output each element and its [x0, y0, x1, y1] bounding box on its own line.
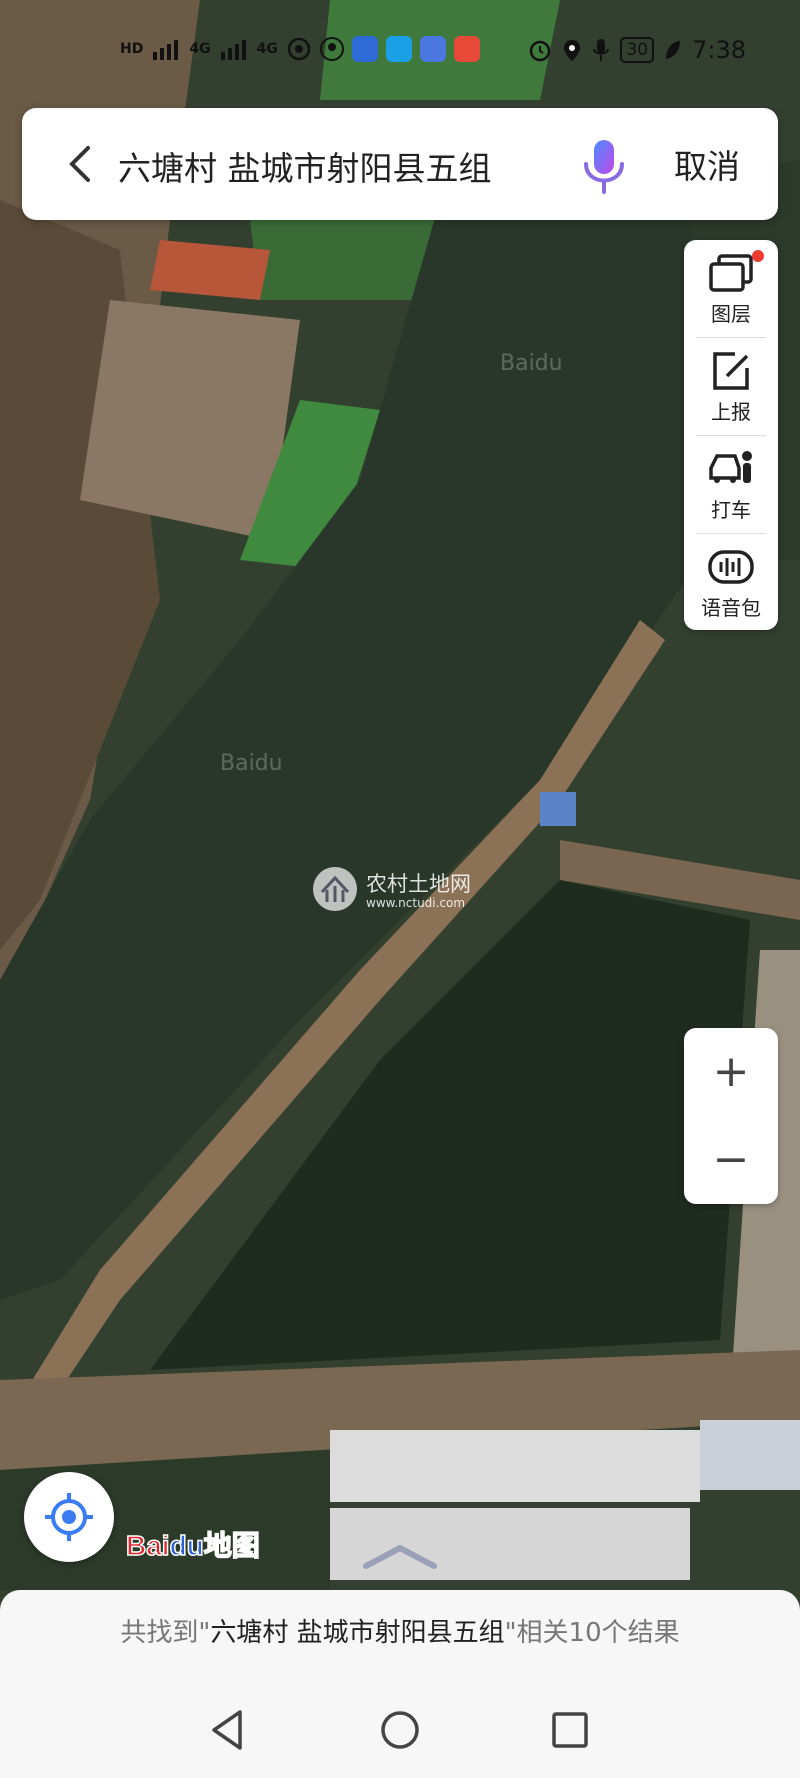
nav-back-triangle-icon[interactable] [200, 1702, 256, 1758]
back-button[interactable] [58, 138, 102, 190]
app-icon-4 [453, 36, 480, 62]
profile-icon [319, 37, 344, 61]
status-left: HD 4G 4G [120, 36, 480, 62]
tool-taxi-label: 打车 [711, 498, 751, 522]
tool-voice-pack-label: 语音包 [701, 596, 761, 620]
microphone-icon[interactable] [578, 138, 630, 194]
alarm-icon [530, 40, 551, 62]
nav-recents-square-icon[interactable] [542, 1702, 598, 1758]
hd-label: HD [120, 41, 144, 57]
search-bar: 六塘村 盐城市射阳县五组 取消 [22, 108, 778, 220]
site-logo-icon [313, 867, 357, 911]
tool-voice-pack[interactable]: 语音包 [684, 534, 778, 630]
chevron-up-icon[interactable] [360, 1540, 440, 1570]
map-watermark-2: Baidu [220, 751, 283, 776]
tool-layers[interactable]: 图层 [684, 240, 778, 336]
site-watermark: 农村土地网 www.nctudi.com [312, 866, 471, 916]
network-label-1: 4G [189, 41, 211, 57]
app-icon-2 [385, 36, 412, 62]
notification-dot [752, 250, 764, 262]
site-watermark-url: www.nctudi.com [366, 896, 466, 910]
tool-report-label: 上报 [711, 400, 751, 424]
result-summary: 共找到"六塘村 盐城市射阳县五组"相关10个结果 [0, 1612, 800, 1649]
app-icon-3 [419, 36, 446, 62]
status-bar: HD 4G 4G 30 7:38 [0, 0, 800, 100]
app-icon-1 [351, 36, 378, 62]
report-edit-icon [713, 352, 749, 390]
map-watermark-1: Baidu [500, 351, 563, 376]
status-right: 30 7:38 [528, 36, 746, 64]
search-query[interactable]: 六塘村 盐城市射阳县五组 [118, 142, 492, 190]
baidu-map-logo: Baidu地图 [125, 1524, 261, 1564]
locate-button[interactable] [24, 1472, 114, 1562]
site-watermark-title: 农村土地网 [366, 872, 471, 896]
hotspot-icon [287, 37, 311, 61]
cancel-button[interactable]: 取消 [674, 140, 740, 188]
logo-ditu: 地图 [203, 1529, 261, 1562]
location-pin-icon [564, 40, 581, 61]
signal-icon-2 [220, 40, 246, 60]
tool-layers-label: 图层 [711, 302, 751, 326]
logo-bai: Bai [125, 1529, 170, 1562]
map-tool-panel: 图层 上报 打车 语音包 [684, 240, 778, 630]
voice-pack-icon [708, 550, 754, 584]
leaf-icon [666, 41, 681, 59]
result-prefix: 共找到" [120, 1618, 211, 1648]
battery-indicator: 30 [620, 37, 655, 63]
nav-home-circle-icon[interactable] [372, 1702, 428, 1758]
logo-du: du [169, 1529, 205, 1562]
crosshair-locate-icon [45, 1493, 93, 1541]
tool-report[interactable]: 上报 [684, 338, 778, 434]
zoom-control: + − [684, 1028, 778, 1204]
mic-status-icon [593, 39, 610, 61]
layers-icon [709, 254, 753, 292]
results-sheet[interactable]: 共找到"六塘村 盐城市射阳县五组"相关10个结果 [0, 1590, 800, 1778]
zoom-in-button[interactable]: + [684, 1028, 778, 1116]
clock: 7:38 [692, 36, 746, 64]
zoom-out-button[interactable]: − [684, 1116, 778, 1204]
taxi-icon [709, 451, 752, 483]
tool-taxi[interactable]: 打车 [684, 436, 778, 532]
signal-icon [153, 40, 179, 60]
result-query: 六塘村 盐城市射阳县五组 [210, 1618, 505, 1648]
network-label-2: 4G [256, 41, 278, 57]
system-nav-bar [0, 1680, 800, 1778]
result-suffix: "相关10个结果 [504, 1618, 680, 1648]
